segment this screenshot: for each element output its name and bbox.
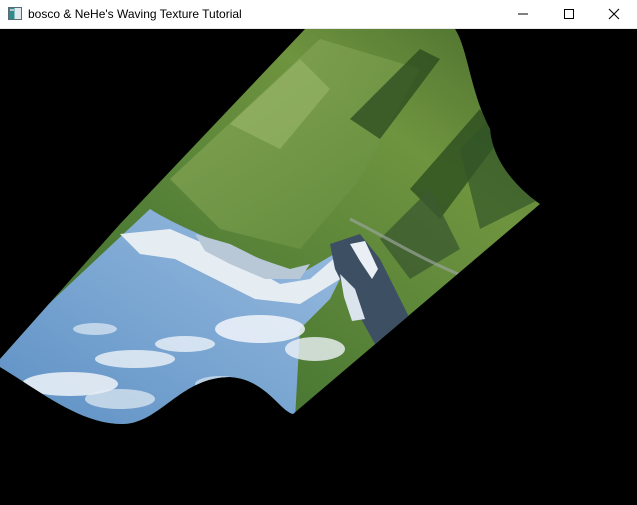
opengl-render-viewport — [0, 29, 637, 505]
maximize-button[interactable] — [546, 0, 592, 29]
title-bar[interactable]: bosco & NeHe's Waving Texture Tutorial — [0, 0, 637, 29]
application-window: bosco & NeHe's Waving Texture Tutorial — [0, 0, 637, 505]
minimize-icon — [518, 13, 528, 15]
texture-image — [0, 29, 540, 424]
minimize-button[interactable] — [500, 0, 546, 29]
waving-texture-flag — [0, 29, 540, 424]
app-window-icon — [8, 7, 22, 20]
close-button[interactable] — [591, 0, 637, 29]
maximize-icon — [564, 9, 574, 19]
window-title: bosco & NeHe's Waving Texture Tutorial — [28, 7, 242, 21]
close-icon — [608, 8, 620, 20]
